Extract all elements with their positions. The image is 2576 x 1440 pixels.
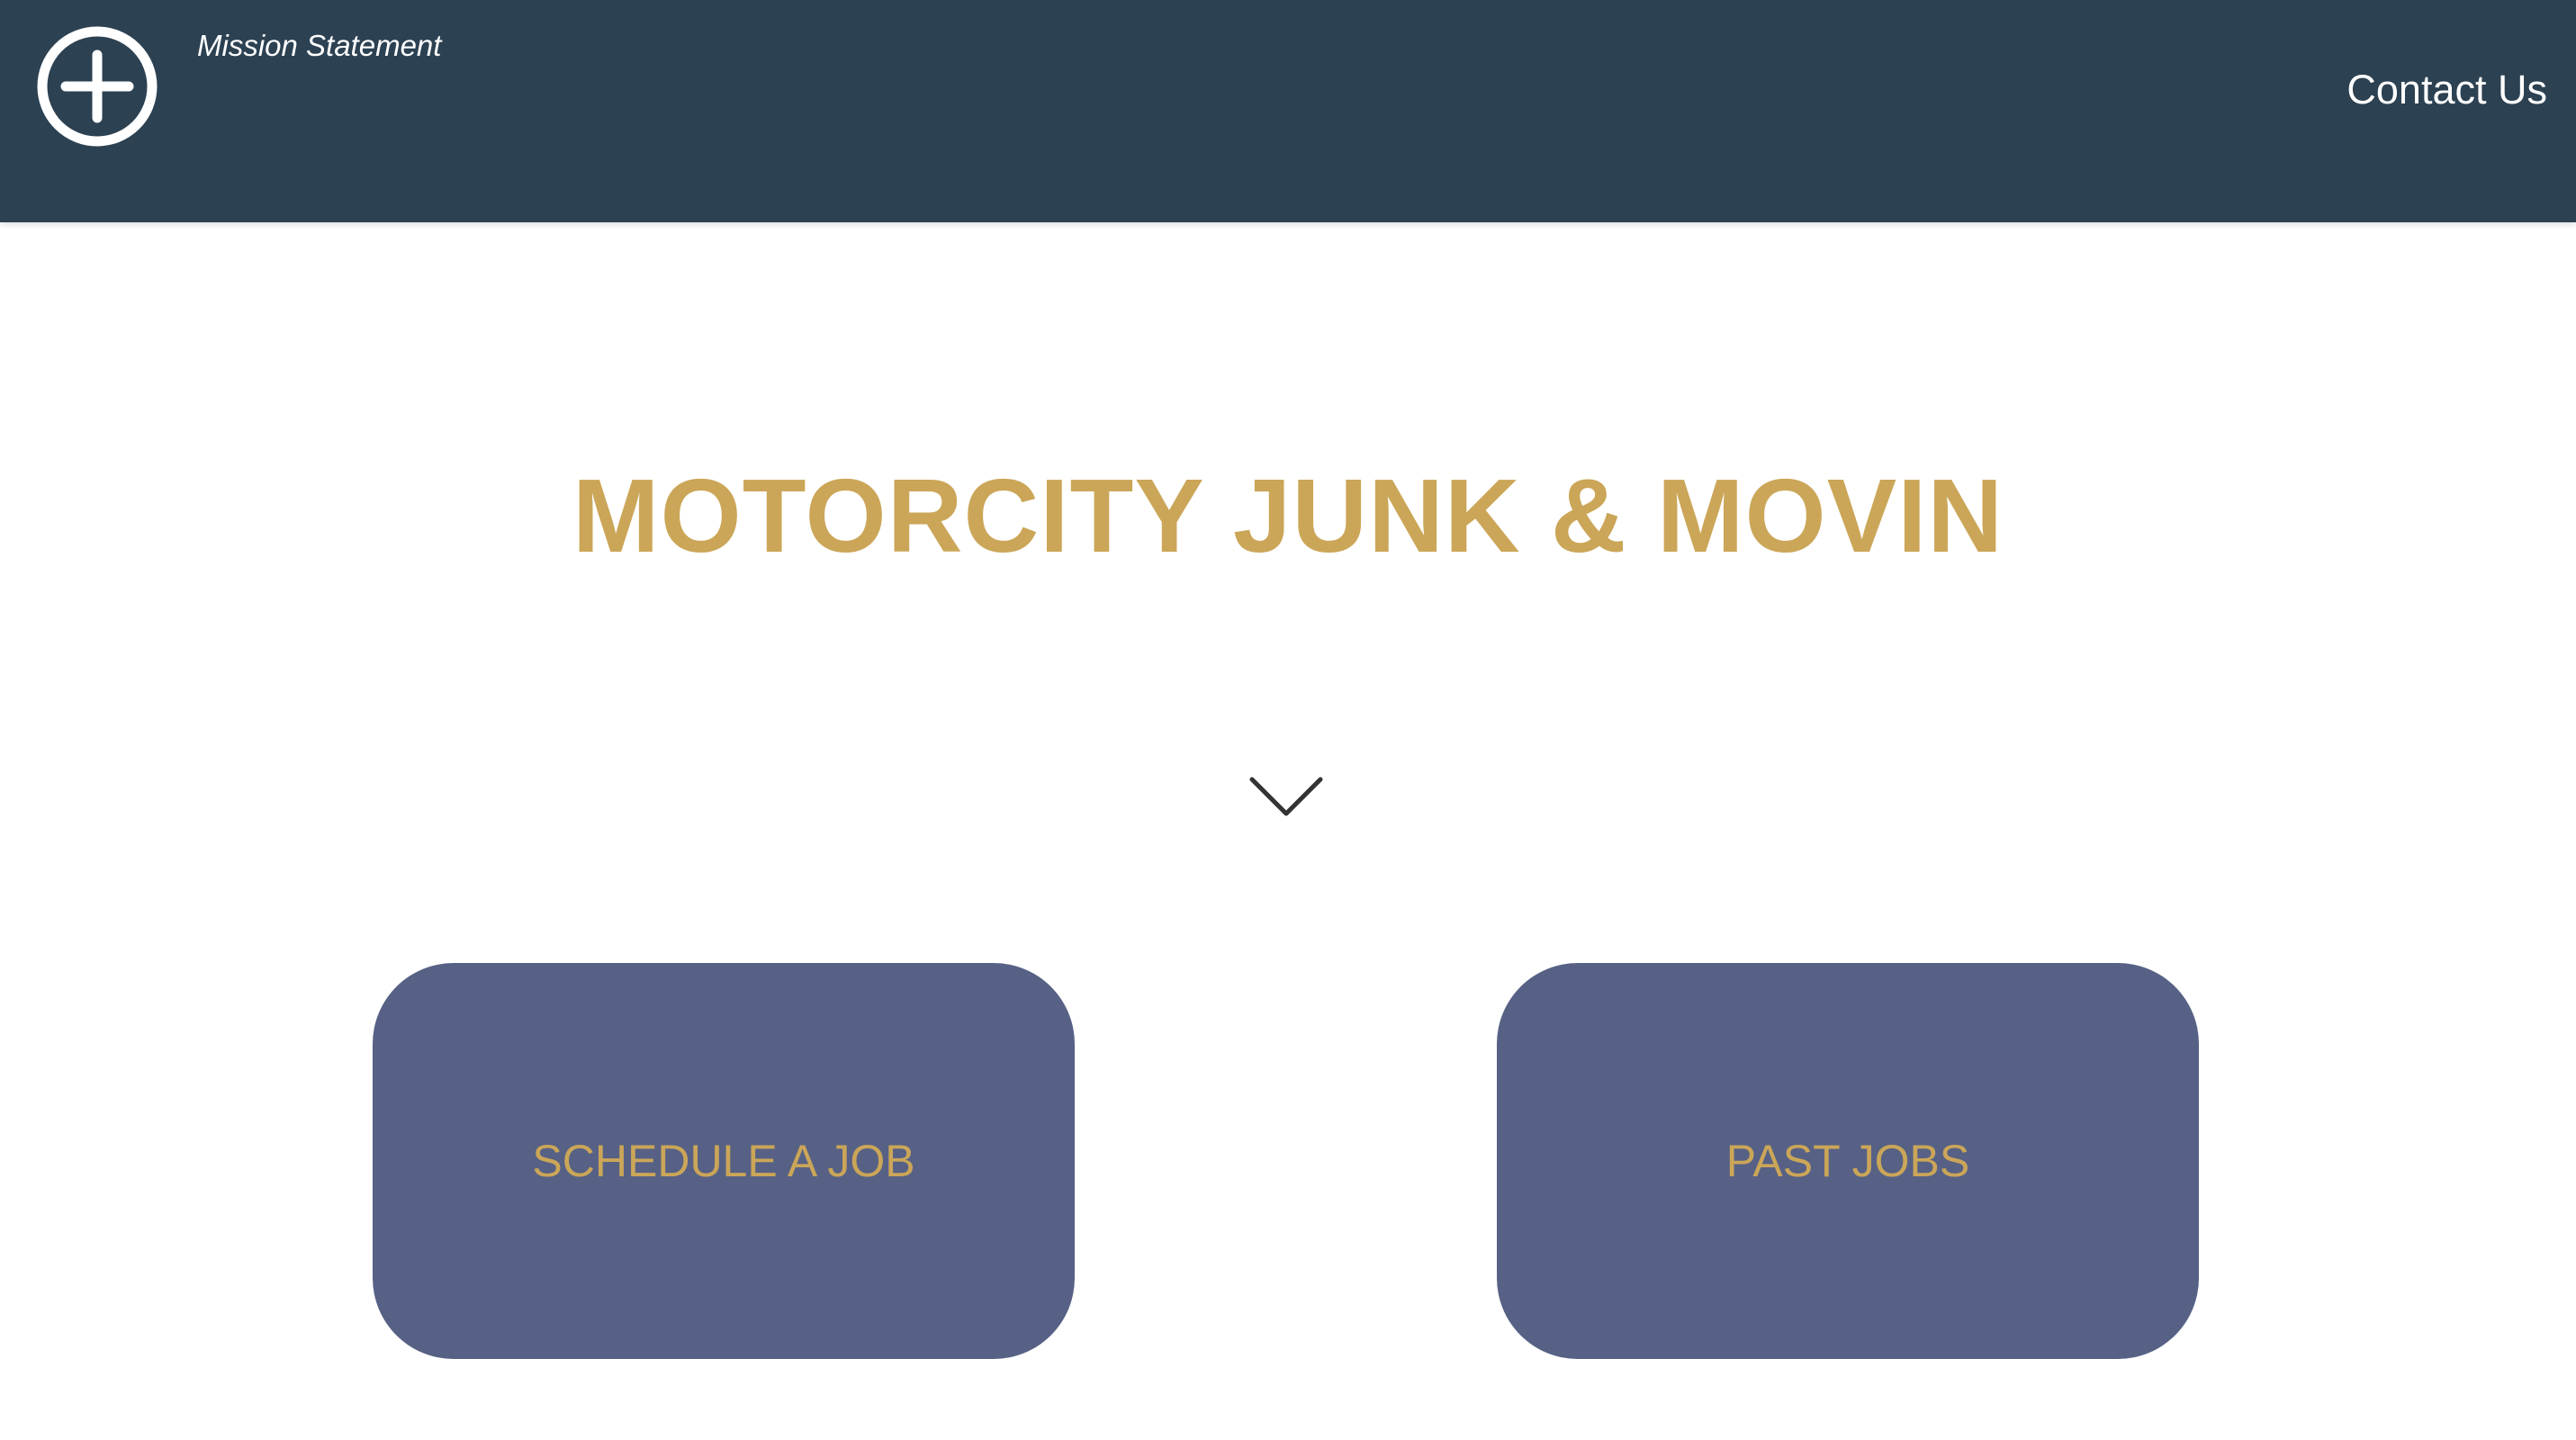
- contact-us-link[interactable]: Contact Us: [2346, 63, 2547, 117]
- page-title: MOTORCITY JUNK & MOVIN: [572, 456, 2004, 574]
- plus-circle-icon[interactable]: [36, 25, 158, 148]
- top-header: Mission Statement Contact Us: [0, 0, 2576, 222]
- past-jobs-label: PAST JOBS: [1725, 1136, 1970, 1186]
- page: Mission Statement Contact Us MOTORCITY J…: [0, 0, 2576, 1440]
- chevron-down-icon[interactable]: [1248, 774, 1324, 819]
- mission-statement-link[interactable]: Mission Statement: [197, 25, 441, 67]
- schedule-job-button[interactable]: SCHEDULE A JOB: [373, 963, 1075, 1359]
- past-jobs-button[interactable]: PAST JOBS: [1497, 963, 2199, 1359]
- schedule-job-label: SCHEDULE A JOB: [532, 1136, 915, 1186]
